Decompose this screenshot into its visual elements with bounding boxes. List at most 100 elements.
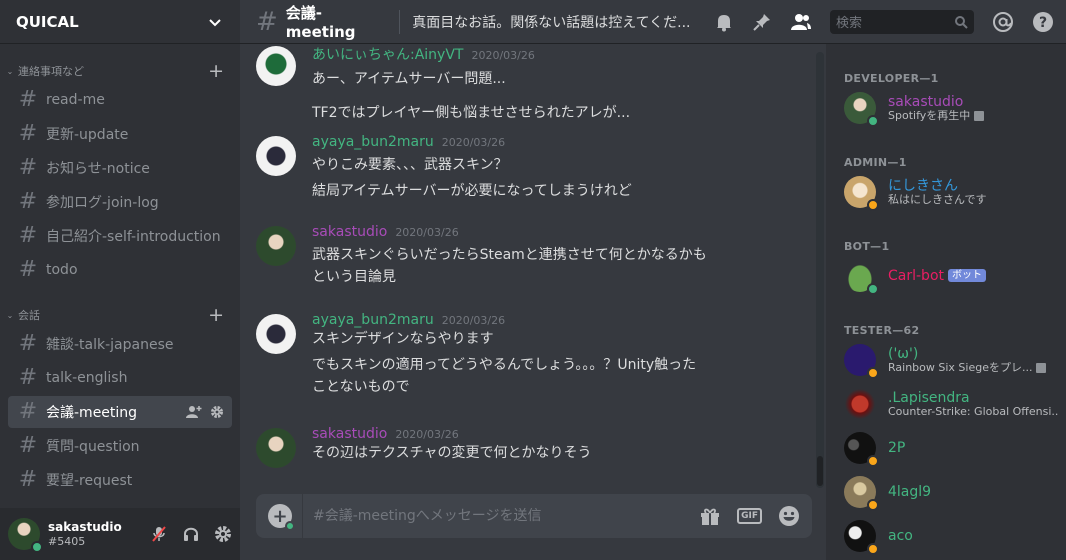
message: ayaya_bun2maru 2020/03/26 スキンデザインならやります … xyxy=(256,312,796,398)
channel-talk-english[interactable]: # talk-english xyxy=(8,362,232,394)
message-list: あいにぃちゃん:AinyVT 2020/03/26 あー、アイテムサーバー問題.… xyxy=(240,44,826,488)
channel-read-me[interactable]: # read-me xyxy=(8,84,232,116)
avatar[interactable] xyxy=(8,518,43,553)
category-contact[interactable]: ⌄ 連絡事項など + xyxy=(0,60,240,82)
avatar[interactable] xyxy=(256,46,296,86)
channel-meeting[interactable]: # 会議-meeting xyxy=(8,396,232,428)
hash-icon: # xyxy=(18,155,38,180)
message: sakastudio 2020/03/26 武器スキンぐらいだったらSteamと… xyxy=(256,224,796,288)
divider xyxy=(399,9,401,34)
channel-label: 質問-question xyxy=(46,439,140,455)
scrollbar-thumb[interactable] xyxy=(817,456,823,486)
channel-self-introduction[interactable]: # 自己紹介-self-introduction xyxy=(8,220,232,252)
member-name: .Lapisendra xyxy=(888,389,970,406)
message-text: という目論見 xyxy=(312,269,396,285)
channel-join-log[interactable]: # 参加ログ-join-log xyxy=(8,186,232,218)
headphones-icon[interactable] xyxy=(182,525,200,543)
hash-icon: # xyxy=(18,467,38,492)
channel-label: read-me xyxy=(46,92,105,108)
message-composer: + GIF xyxy=(256,494,812,538)
message-text: やりこみ要素、、、武器スキン？ xyxy=(312,157,508,173)
message-text: 結局アイテムサーバーが必要になってしまうけれど xyxy=(312,183,632,199)
avatar xyxy=(844,388,876,420)
avatar[interactable] xyxy=(256,226,296,266)
channel-request[interactable]: # 要望-request xyxy=(8,464,232,496)
hash-icon: # xyxy=(18,189,38,214)
scrollbar-track[interactable] xyxy=(816,52,824,488)
member-group-label: ADMIN—1 xyxy=(844,156,907,169)
channel-question[interactable]: # 質問-question xyxy=(8,430,232,462)
message-input[interactable] xyxy=(313,508,700,524)
avatar[interactable] xyxy=(256,428,296,468)
member-item[interactable]: にしきさん 私はにしきさんです xyxy=(844,172,1058,212)
message-author[interactable]: ayaya_bun2maru xyxy=(312,134,434,150)
search-icon xyxy=(954,15,968,29)
message-author[interactable]: sakastudio xyxy=(312,224,387,240)
hash-icon: # xyxy=(18,121,38,146)
pin-icon[interactable] xyxy=(752,12,772,32)
member-list-icon[interactable] xyxy=(790,12,812,32)
server-header[interactable]: QUICAL xyxy=(0,0,240,44)
emoji-icon[interactable] xyxy=(778,505,800,527)
category-talk[interactable]: ⌄ 会話 + xyxy=(0,304,240,326)
member-name: にしきさん xyxy=(888,177,958,194)
rich-presence-icon xyxy=(1036,363,1047,374)
hash-icon: # xyxy=(18,87,38,112)
upload-plus-icon[interactable]: + xyxy=(268,504,295,531)
channel-label: 要望-request xyxy=(46,473,133,489)
member-list: DEVELOPER—1 sakastudio Spotifyを再生中 ADMIN… xyxy=(826,44,1066,560)
avatar[interactable] xyxy=(256,314,296,354)
member-item[interactable]: Carl-bot ボット xyxy=(844,256,1058,296)
avatar xyxy=(844,176,879,211)
channel-update[interactable]: # 更新-update xyxy=(8,118,232,150)
microphone-muted-icon[interactable] xyxy=(150,525,168,543)
add-channel-icon[interactable]: + xyxy=(208,305,224,325)
channel-notice[interactable]: # お知らせ-notice xyxy=(8,152,232,184)
message-timestamp: 2020/03/26 xyxy=(441,136,506,149)
hash-icon: # xyxy=(256,6,278,37)
channel-label: talk-english xyxy=(46,370,128,386)
message-text: ことないもので xyxy=(312,379,410,395)
bot-badge: ボット xyxy=(948,268,986,282)
hash-icon: # xyxy=(18,331,38,356)
help-icon[interactable]: ? xyxy=(1032,11,1054,33)
bell-icon[interactable] xyxy=(714,12,734,32)
mention-icon[interactable] xyxy=(992,11,1014,33)
message-timestamp: 2020/03/26 xyxy=(471,49,535,62)
message-text: スキンデザインならやります xyxy=(312,331,494,347)
hash-icon: # xyxy=(18,433,38,458)
message-author[interactable]: あいにぃちゃん:AinyVT xyxy=(312,44,463,64)
avatar[interactable] xyxy=(256,136,296,176)
member-item[interactable]: sakastudio Spotifyを再生中 xyxy=(844,88,1058,128)
member-item[interactable]: .Lapisendra Counter-Strike: Global Offen… xyxy=(844,384,1058,424)
gif-button[interactable]: GIF xyxy=(737,508,762,524)
message-author[interactable]: sakastudio xyxy=(312,426,387,442)
gear-icon[interactable] xyxy=(214,525,232,543)
avatar xyxy=(844,344,879,379)
status-online-icon xyxy=(285,521,295,531)
member-name: aco xyxy=(888,527,913,544)
channel-talk-japanese[interactable]: # 雑談-talk-japanese xyxy=(8,328,232,360)
status-idle-icon xyxy=(867,367,879,379)
member-item[interactable]: 2P xyxy=(844,428,1058,468)
member-item[interactable]: ('ω') Rainbow Six Siegeをプレ... xyxy=(844,340,1058,380)
channel-todo[interactable]: # todo xyxy=(8,254,232,286)
server-name: QUICAL xyxy=(16,12,79,31)
message-author[interactable]: ayaya_bun2maru xyxy=(312,312,434,328)
search-input[interactable]: 検索 xyxy=(829,9,974,34)
channel-label: 雑談-talk-japanese xyxy=(46,337,174,353)
svg-text:?: ? xyxy=(1039,15,1047,31)
invite-icon[interactable] xyxy=(186,405,202,419)
hash-icon: # xyxy=(18,365,38,390)
chevron-down-icon: ⌄ xyxy=(6,310,14,320)
gear-icon[interactable] xyxy=(210,405,224,419)
member-activity: Counter-Strike: Global Offensi... xyxy=(888,405,1058,418)
hash-icon: # xyxy=(18,399,38,424)
channel-topic[interactable]: 真面目なお話。関係ない話題は控えてくだ... xyxy=(412,12,696,32)
member-item[interactable]: aco xyxy=(844,516,1058,556)
avatar xyxy=(844,260,879,295)
gift-icon[interactable] xyxy=(699,505,721,527)
status-online-icon xyxy=(867,283,879,295)
member-item[interactable]: 4lagl9 xyxy=(844,472,1058,512)
add-channel-icon[interactable]: + xyxy=(208,61,224,81)
